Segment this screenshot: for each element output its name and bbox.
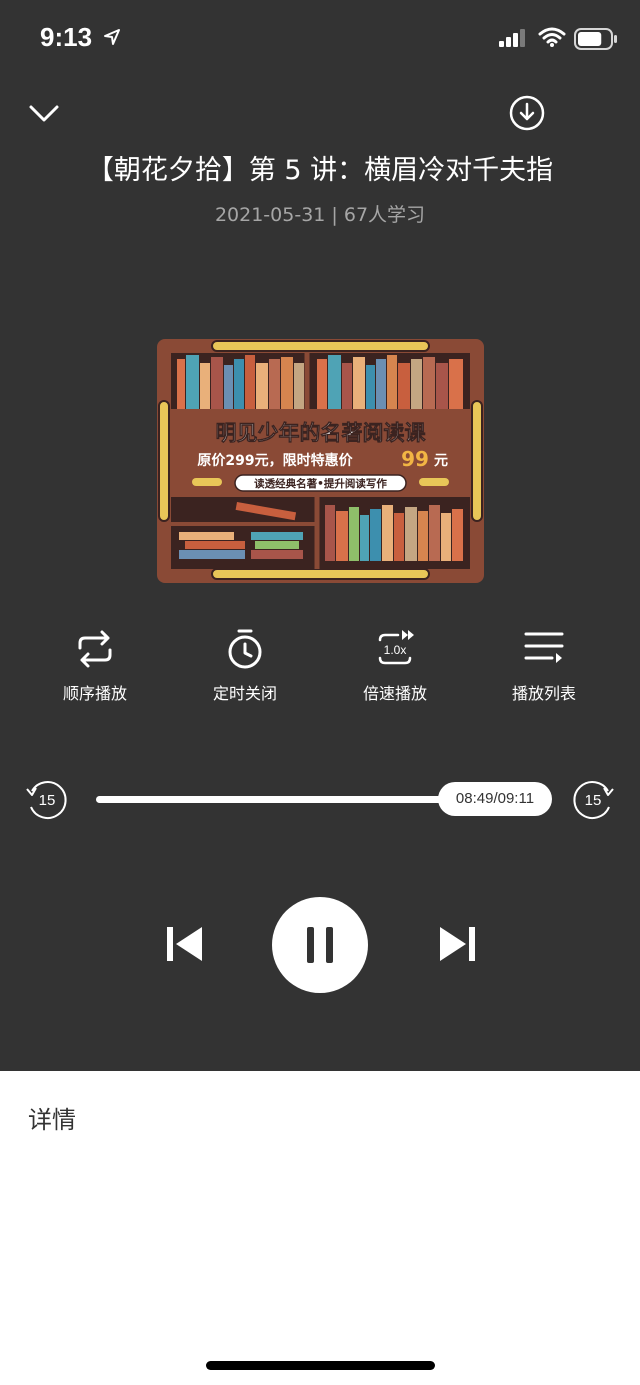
speed-icon: 1.0x [378,630,414,665]
next-track-icon[interactable] [436,922,480,966]
timer-icon [228,629,262,669]
rewind-seconds: 15 [39,792,56,809]
battery-icon [574,28,617,50]
playlist-label: 播放列表 [511,684,576,703]
cover-price-suffix: 元 [434,453,448,469]
pause-button[interactable] [272,897,368,993]
playlist-button[interactable]: 播放列表 [489,626,599,704]
cover-headline: 明见少年的名著阅读课 [216,421,427,445]
pause-icon [307,927,314,963]
playback-speed-label: 倍速播放 [362,684,427,703]
cover-price-value: 99 [401,447,429,471]
episode-meta: 2021-05-31 | 67人学习 [214,204,426,226]
cover-price-prefix: 原价299元，限时特惠价 [197,452,353,469]
cover-tagline: 读透经典名著•提升阅读写作 [254,477,387,490]
playback-speed-button[interactable]: 1.0x 倍速播放 [340,626,450,704]
progress-thumb-time[interactable]: 08:49/09:11 [438,782,552,816]
play-order-label: 顺序播放 [62,684,127,703]
player-panel: 9:13 【朝花夕拾】第 5 讲：横眉冷对千夫指 2021-05-31 | 67… [0,0,640,1071]
play-order-button[interactable]: 顺序播放 [40,626,150,704]
download-icon[interactable] [508,94,546,132]
pause-icon [326,927,333,963]
wifi-icon [538,27,566,47]
repeat-icon [78,630,112,668]
forward-15-icon[interactable]: 15 [572,777,616,821]
rewind-15-icon[interactable]: 15 [24,777,68,821]
previous-track-icon[interactable] [162,922,206,966]
episode-title: 【朝花夕拾】第 5 讲：横眉冷对千夫指 [86,155,554,186]
sleep-timer-button[interactable]: 定时关闭 [190,626,300,704]
chevron-down-icon[interactable] [26,96,62,132]
playlist-icon [524,632,564,663]
status-time: 9:13 [40,22,93,52]
speed-value: 1.0x [384,643,407,657]
location-arrow-icon [104,29,120,45]
sleep-timer-label: 定时关闭 [212,684,277,703]
forward-seconds: 15 [585,792,602,809]
home-indicator[interactable] [206,1361,435,1370]
course-cover-image: 明见少年的名著阅读课 原价299元，限时特惠价 99 元 读透经典名著•提升阅读… [157,339,484,583]
details-heading[interactable]: 详情 [28,1100,76,1135]
cellular-signal-icon [499,29,525,47]
